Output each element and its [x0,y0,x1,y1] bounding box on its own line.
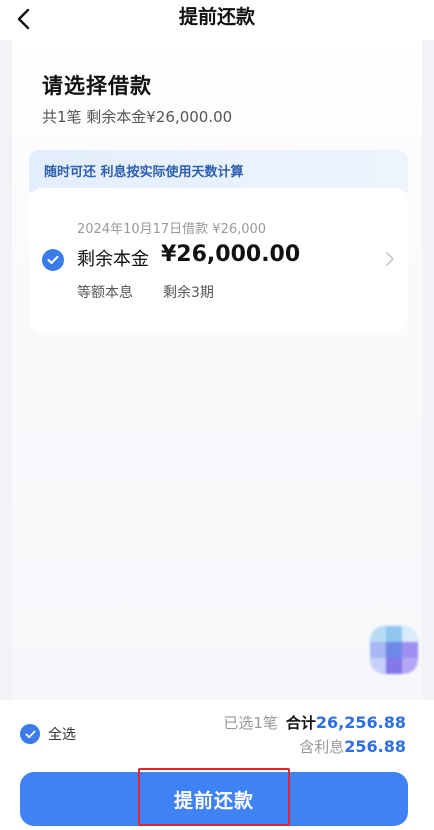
select-all-toggle[interactable]: 全选 [20,724,76,744]
totals-summary: 已选1笔 合计26,256.88 含利息256.88 [223,712,406,760]
chevron-right-icon[interactable] [382,249,398,269]
principal-amount: ¥26,000.00 [161,242,301,267]
highlight-box [138,768,290,826]
select-all-checkbox[interactable] [20,724,40,744]
bottom-bar: 全选 已选1笔 合计26,256.88 含利息256.88 提前还款 [0,700,434,830]
selected-prefix: 已选 [223,714,254,732]
loan-checkbox[interactable] [42,249,64,271]
repayment-method: 等额本息 [77,285,133,301]
floating-assistant-icon[interactable] [370,626,418,674]
notice-text: 随时可还 利息按实际使用天数计算 [44,165,244,180]
loan-summary: 共1笔 剩余本金¥26,000.00 [42,108,233,126]
section-heading: 请选择借款 [42,74,152,98]
total-amount: 26,256.88 [315,713,406,732]
interest-label: 含利息 [299,738,345,756]
interest-amount: 256.88 [344,737,406,756]
check-icon [25,730,35,738]
prepay-button[interactable]: 提前还款 [20,768,408,826]
check-icon [47,255,59,264]
selected-unit: 笔 [262,714,278,732]
repayment-notice: 随时可还 利息按实际使用天数计算 [29,150,408,192]
selected-count: 1 [253,714,263,732]
loan-selection-panel: 请选择借款 共1笔 剩余本金¥26,000.00 随时可还 利息按实际使用天数计… [12,40,422,700]
remaining-periods: 剩余3期 [163,285,214,301]
select-all-label: 全选 [48,727,76,743]
loan-card[interactable]: 2024年10月17日借款 ¥26,000 剩余本金 ¥26,000.00 等额… [29,188,408,333]
loan-date-amount: 2024年10月17日借款 ¥26,000 [77,222,267,237]
nav-bar: 提前还款 [0,0,434,40]
page-title: 提前还款 [178,6,255,28]
total-label: 合计 [285,714,316,732]
principal-label: 剩余本金 [77,249,149,270]
page: 提前还款 请选择借款 共1笔 剩余本金¥26,000.00 随时可还 利息按实际… [0,0,434,830]
